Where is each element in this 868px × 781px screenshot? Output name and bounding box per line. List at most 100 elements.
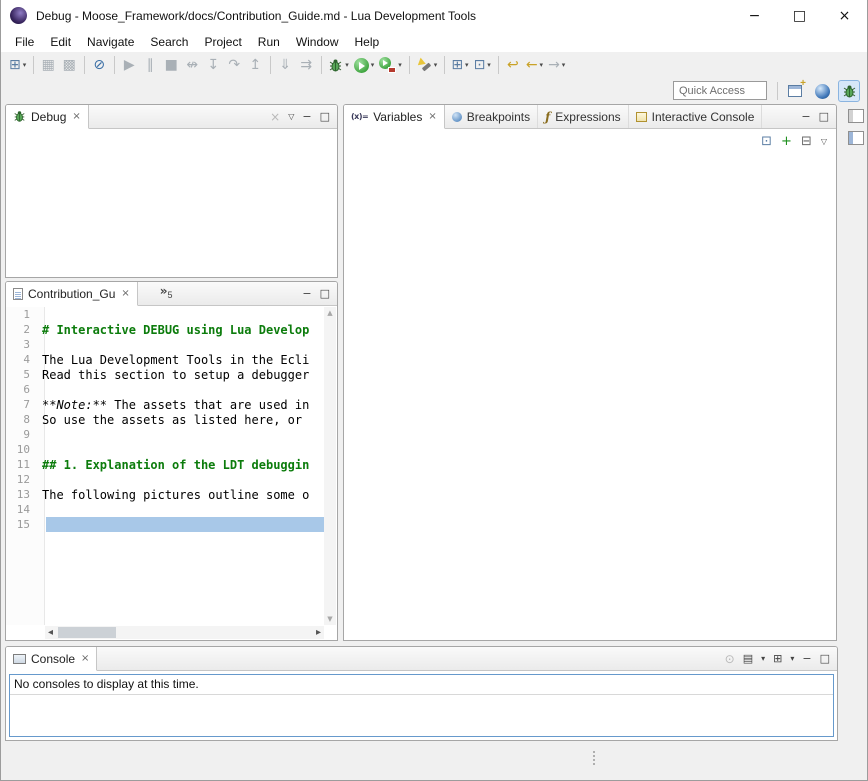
minimize-view-button[interactable]: − (801, 110, 810, 123)
view-menu-button[interactable]: ▽ (288, 112, 294, 121)
collapse-all-button[interactable]: ⊟ (801, 134, 812, 149)
maximize-view-button[interactable]: □ (820, 652, 830, 665)
tab-interactive-console[interactable]: Interactive Console (629, 105, 763, 128)
sash-handle[interactable] (593, 751, 595, 765)
chevron-down-icon[interactable]: ▾ (790, 654, 794, 663)
toolbar-separator (84, 56, 85, 74)
quick-access-input[interactable] (673, 81, 767, 100)
external-tools-button[interactable]: ▾ (377, 54, 404, 76)
step-into-button[interactable]: ↧ (203, 54, 223, 76)
fast-view-button-1[interactable] (848, 109, 864, 123)
editor-vertical-scrollbar[interactable]: ▲ ▼ (324, 307, 336, 625)
editor-line[interactable]: 14 (6, 502, 324, 517)
run-button[interactable]: ▾ (352, 54, 377, 76)
close-icon[interactable]: × (428, 111, 436, 122)
add-variable-button[interactable]: + (781, 134, 792, 149)
pin-console-button[interactable]: ⊙ (725, 652, 735, 666)
search-button[interactable]: ▾ (414, 54, 440, 76)
resume-button[interactable]: ▶ (119, 54, 139, 76)
drop-to-frame-button[interactable]: ⇓ (275, 54, 295, 76)
editor-horizontal-scrollbar[interactable]: ◂ ▸ (45, 626, 324, 639)
scrollbar-thumb[interactable] (58, 627, 116, 638)
menu-project[interactable]: Project (196, 33, 249, 51)
window-minimize-button[interactable]: − (732, 0, 777, 31)
save-all-button[interactable]: ▩ (59, 54, 79, 76)
use-step-filters-button[interactable]: ⇉ (296, 54, 316, 76)
editor-line[interactable]: 6 (6, 382, 324, 397)
tab-label: Variables (373, 110, 422, 124)
editor-line[interactable]: 5Read this section to setup a debugger (6, 367, 324, 382)
maximize-view-button[interactable]: □ (320, 110, 330, 123)
open-perspective-button[interactable] (784, 80, 806, 102)
new-wizard-button[interactable]: ⊞ ▾ (7, 54, 28, 76)
view-menu-button[interactable]: ▽ (821, 137, 827, 146)
editor-line[interactable]: 13The following pictures outline some o (6, 487, 324, 502)
forward-button[interactable]: → ▾ (546, 54, 567, 76)
debug-button[interactable]: ▾ (326, 54, 351, 76)
menu-navigate[interactable]: Navigate (79, 33, 142, 51)
chevron-down-icon[interactable]: ▾ (761, 654, 765, 663)
step-return-button[interactable]: ↥ (245, 54, 265, 76)
editor-content[interactable]: 1 2# Interactive DEBUG using Lua Develop… (6, 307, 324, 625)
scroll-up-icon[interactable]: ▲ (327, 307, 332, 319)
save-button[interactable]: ▦ (38, 54, 58, 76)
fast-view-button-2[interactable] (848, 131, 864, 145)
minimize-view-button[interactable]: − (802, 652, 811, 665)
grid-window-button-1[interactable]: ⊞ ▾ (449, 54, 470, 76)
tab-breakpoints[interactable]: Breakpoints (445, 105, 538, 128)
menu-search[interactable]: Search (142, 33, 196, 51)
window-close-button[interactable]: × (822, 0, 867, 31)
window-maximize-button[interactable]: □ (777, 0, 822, 31)
editor-line[interactable]: 4The Lua Development Tools in the Ecli (6, 352, 324, 367)
editor-line[interactable]: 2# Interactive DEBUG using Lua Develop (6, 322, 324, 337)
tab-debug[interactable]: Debug × (6, 105, 89, 129)
menu-edit[interactable]: Edit (42, 33, 79, 51)
debug-perspective-button[interactable] (838, 80, 860, 102)
scroll-left-icon[interactable]: ◂ (45, 627, 56, 638)
tab-console[interactable]: Console × (6, 647, 97, 671)
show-logical-structure-button[interactable]: ⊡ (761, 134, 772, 149)
close-icon[interactable]: × (81, 653, 89, 664)
console-content[interactable]: No consoles to display at this time. (9, 674, 834, 737)
editor-line[interactable]: 9 (6, 427, 324, 442)
menu-file[interactable]: File (7, 33, 42, 51)
variables-content[interactable] (344, 153, 836, 640)
terminate-button[interactable]: ■ (161, 54, 181, 76)
editor-line-selected[interactable]: 15 (6, 517, 324, 532)
close-icon[interactable]: × (72, 111, 80, 122)
editor-line[interactable]: 1 (6, 307, 324, 322)
ide-window: Debug - Moose_Framework/docs/Contributio… (0, 0, 868, 781)
step-over-button[interactable]: ↷ (224, 54, 244, 76)
back-button[interactable]: ← ▾ (524, 54, 545, 76)
disconnect-button[interactable]: ↮ (182, 54, 202, 76)
remove-terminated-button[interactable]: × (270, 110, 280, 124)
maximize-view-button[interactable]: □ (819, 110, 829, 123)
display-console-button[interactable]: ▤ (743, 652, 753, 665)
tab-contribution-guide[interactable]: Contribution_Gu × (6, 282, 138, 306)
editor-line[interactable]: 7**Note:** The assets that are used in (6, 397, 324, 412)
close-icon[interactable]: × (121, 288, 129, 299)
debug-view-content[interactable] (6, 129, 337, 277)
menu-run[interactable]: Run (250, 33, 288, 51)
editor-line[interactable]: 11## 1. Explanation of the LDT debuggin (6, 457, 324, 472)
tab-variables[interactable]: (x)= Variables × (344, 105, 445, 129)
tab-expressions[interactable]: ƒ Expressions (538, 105, 629, 128)
editor-line[interactable]: 10 (6, 442, 324, 457)
menu-window[interactable]: Window (288, 33, 347, 51)
suspend-button[interactable]: ∥ (140, 54, 160, 76)
maximize-view-button[interactable]: □ (320, 287, 330, 300)
editor-tab-overflow-button[interactable]: » 5 (160, 282, 173, 305)
grid-window-button-2[interactable]: ⊡ ▾ (472, 54, 493, 76)
editor-line[interactable]: 3 (6, 337, 324, 352)
editor-line[interactable]: 8So use the assets as listed here, or (6, 412, 324, 427)
minimize-view-button[interactable]: − (302, 287, 311, 300)
editor-line[interactable]: 12 (6, 472, 324, 487)
last-edit-location-button[interactable]: ↩ (503, 54, 523, 76)
open-console-button[interactable]: ⊞ (773, 652, 782, 665)
minimize-view-button[interactable]: − (302, 110, 311, 123)
skip-all-breakpoints-button[interactable]: ⊘ (89, 54, 109, 76)
scroll-right-icon[interactable]: ▸ (313, 627, 324, 638)
scroll-down-icon[interactable]: ▼ (327, 613, 332, 625)
menu-help[interactable]: Help (347, 33, 388, 51)
lua-perspective-button[interactable] (811, 80, 833, 102)
